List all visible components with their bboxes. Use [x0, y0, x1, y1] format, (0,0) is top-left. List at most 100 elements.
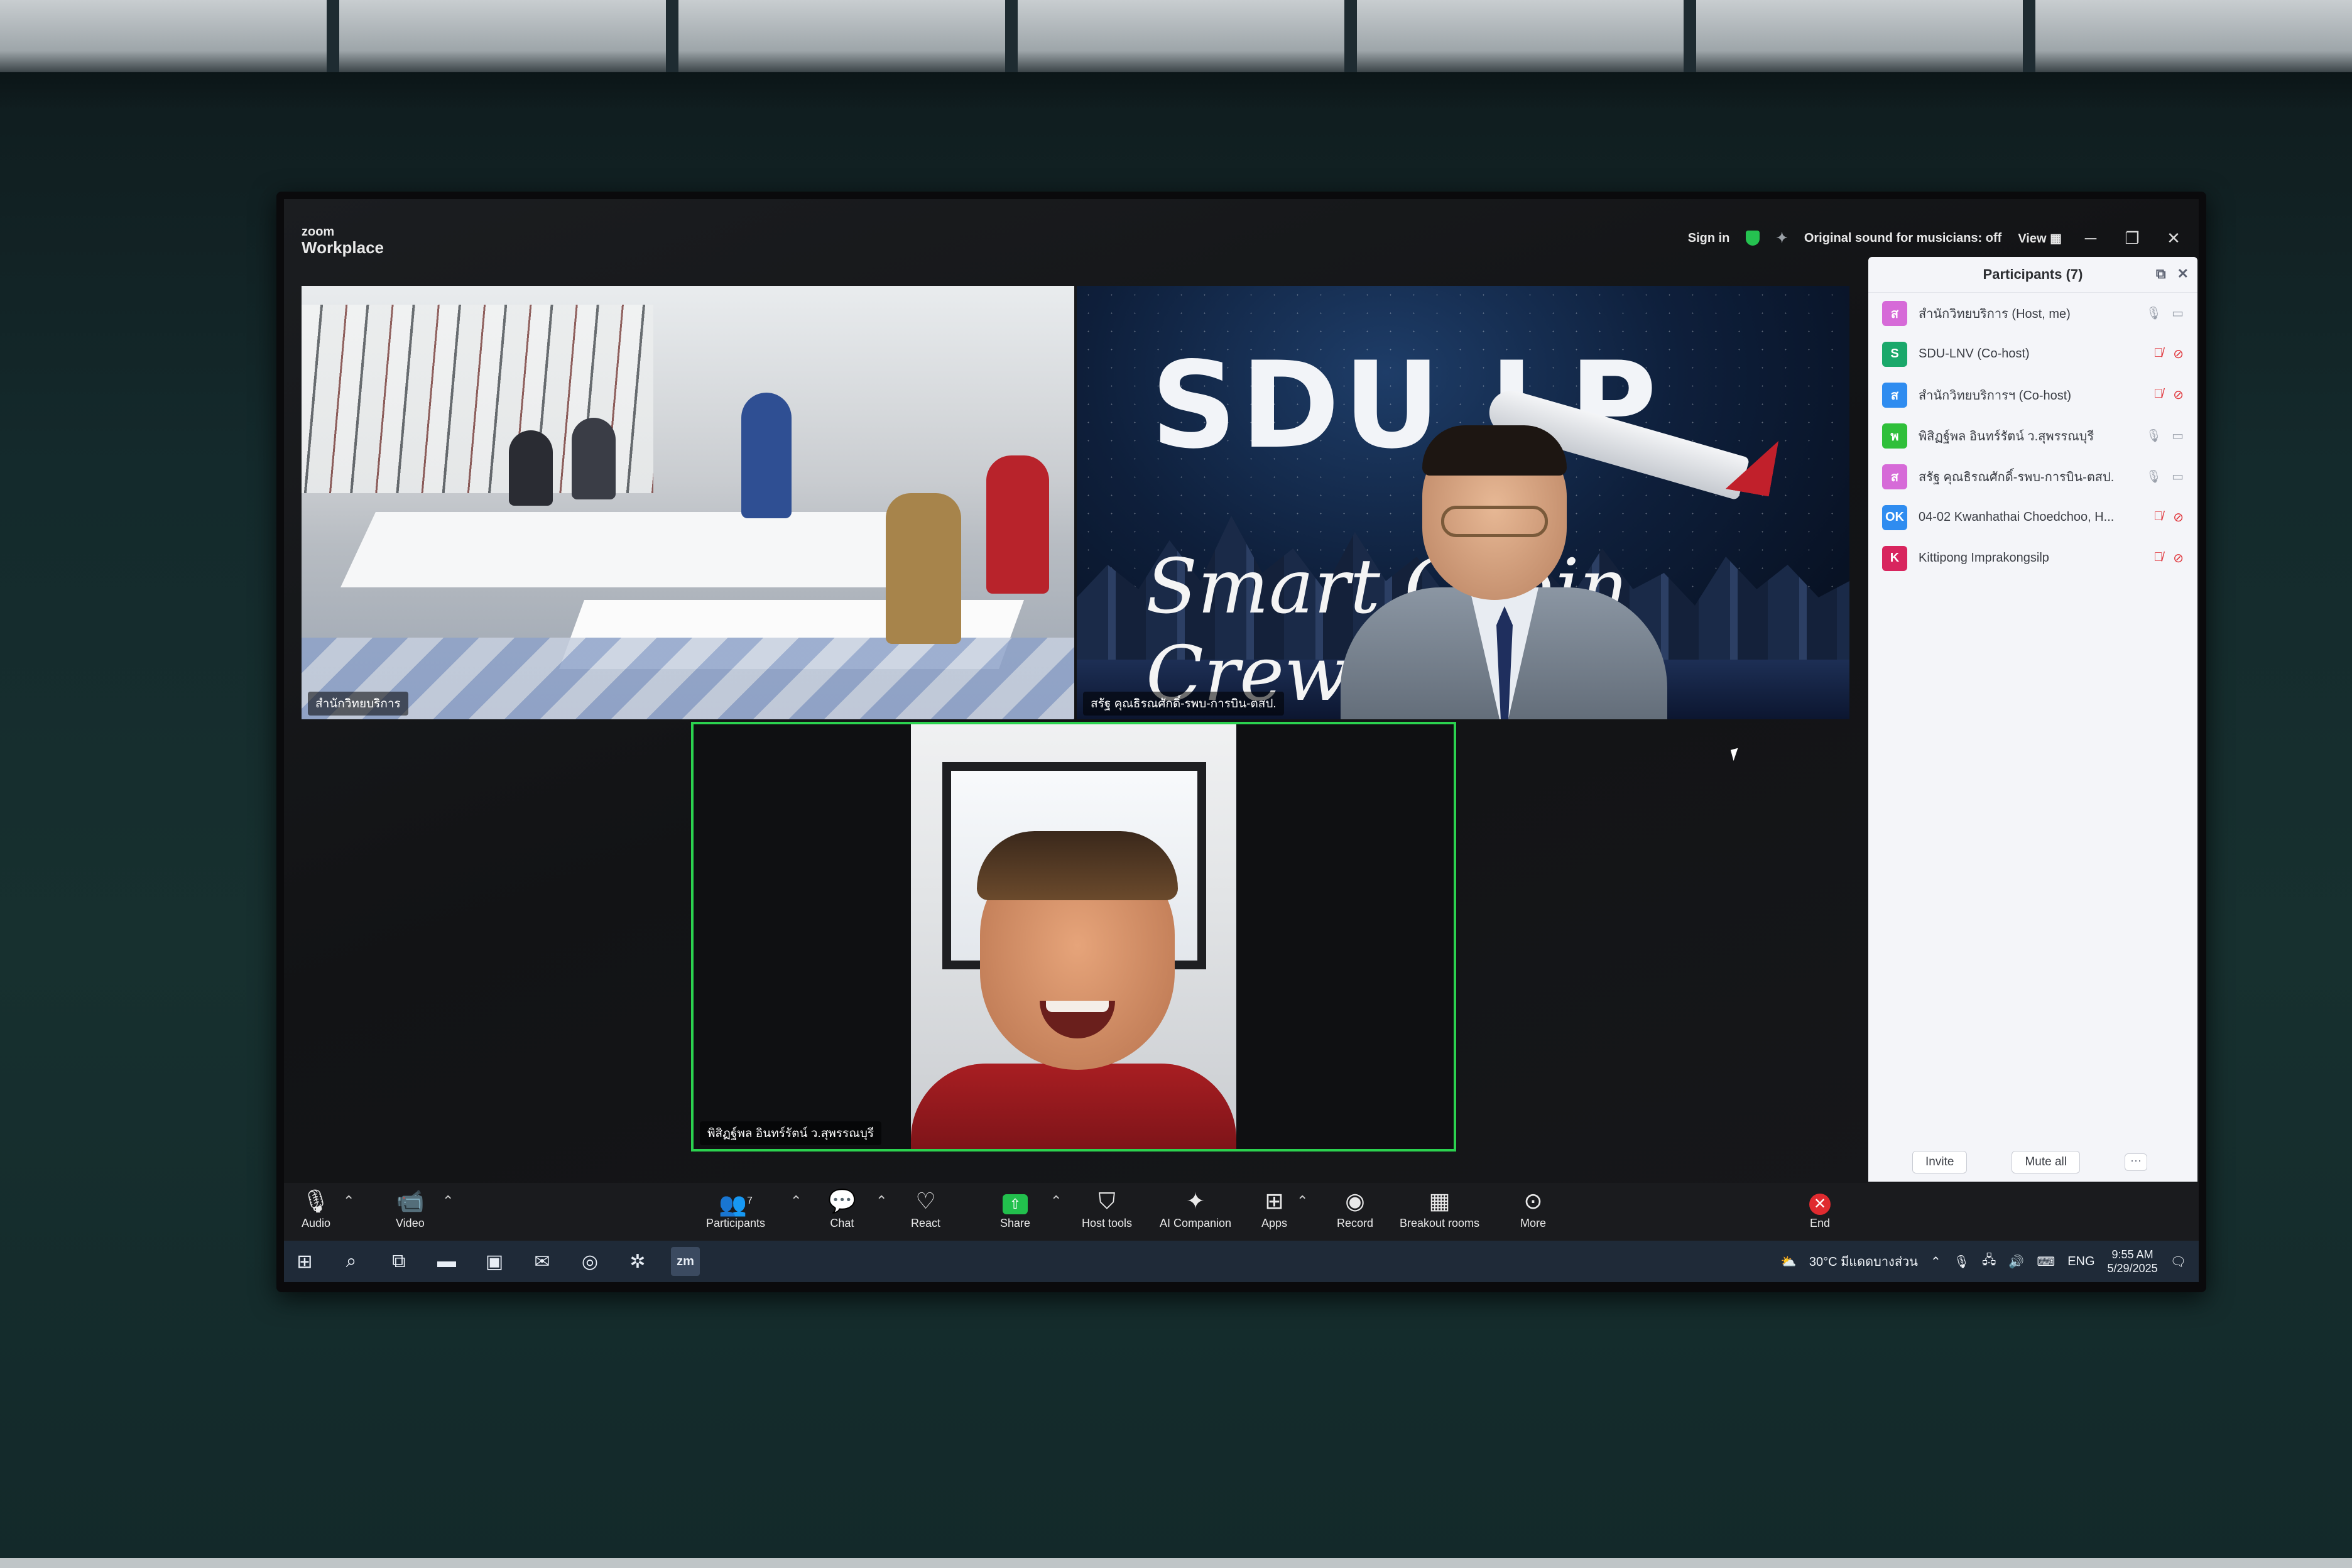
video-icon[interactable]: ▭ [2172, 428, 2184, 444]
audio-button[interactable]: 🎙 Audio [302, 1188, 330, 1230]
participants-footer: Invite Mute all ··· [1868, 1143, 2197, 1182]
minimize-icon[interactable]: ─ [2078, 229, 2103, 248]
breakout-rooms-button[interactable]: ▦ Breakout rooms [1400, 1188, 1479, 1230]
restore-icon[interactable]: ❐ [2120, 229, 2145, 248]
video-camera-icon: 📹 [396, 1188, 425, 1214]
end-label: End [1809, 1217, 1831, 1229]
more-button[interactable]: ⊙ More [1520, 1188, 1546, 1230]
participant-row[interactable]: ส สำนักวิทยบริการฯ (Co-host) 🎙̸ ⊘ [1868, 374, 2197, 415]
mic-muted-icon[interactable]: 🎙̸ [2153, 509, 2163, 525]
mic-icon[interactable]: 🎙 [2146, 428, 2162, 444]
avatar: S [1882, 341, 1907, 367]
weather-text[interactable]: 30°C มีแดดบางส่วน [1809, 1251, 1918, 1271]
participant-row[interactable]: OK 04-02 Kwanhathai Choedchoo, H... 🎙̸ ⊘ [1868, 497, 2197, 538]
mic-muted-icon[interactable]: 🎙̸ [2153, 346, 2163, 362]
chrome-icon[interactable]: ◎ [575, 1247, 604, 1276]
network-icon[interactable]: 🖧 [1982, 1251, 1996, 1272]
share-caret-icon[interactable]: ⌃ [1050, 1193, 1062, 1209]
apps-label: Apps [1261, 1217, 1288, 1229]
tv-monitor: zoom Workplace Sign in ✦ Original sound … [276, 192, 2206, 1292]
mic-icon[interactable]: 🎙 [2146, 305, 2162, 321]
share-arrow-icon: ⇧ [1003, 1194, 1028, 1214]
video-tile-2[interactable]: SDU LP Smart Cabin Crew สรัฐ คุณธิรณศักด… [1077, 286, 1849, 719]
avatar: ส [1882, 300, 1907, 326]
apps-button[interactable]: ⊞ Apps [1261, 1188, 1287, 1230]
heart-icon: ♡ [915, 1188, 936, 1214]
breakout-grid-icon: ▦ [1429, 1188, 1451, 1214]
notifications-icon[interactable]: 🗨 [2170, 1254, 2186, 1270]
microphone-tray-icon[interactable]: 🎙 [1954, 1254, 1969, 1270]
close-panel-icon[interactable]: ✕ [2177, 266, 2189, 282]
pop-out-icon[interactable]: ⧉ [2156, 266, 2166, 282]
participants-button[interactable]: 👥7 Participants [706, 1188, 765, 1230]
chat-button[interactable]: 💬 Chat [828, 1188, 856, 1230]
logo-small-text: zoom [302, 225, 335, 239]
participant-row[interactable]: สสรัฐ คุณธิรณศักดิ์-รพบ-การบิน-ตสป. 🎙 ▭ [1868, 456, 2197, 497]
react-button[interactable]: ♡ React [911, 1188, 940, 1230]
share-button[interactable]: ⇧ Share [1000, 1188, 1030, 1230]
ai-companion-button[interactable]: ✦ AI Companion [1160, 1188, 1231, 1230]
task-view-icon[interactable]: ⧉ [384, 1247, 413, 1276]
view-button[interactable]: View ▦ [2018, 231, 2062, 246]
end-meeting-button[interactable]: ✕ End [1809, 1188, 1831, 1230]
attendee [509, 430, 553, 506]
video-off-icon[interactable]: ⊘ [2173, 550, 2184, 566]
participant-status: 🎙 ▭ [2146, 305, 2184, 321]
ceiling [0, 0, 2352, 72]
keyboard-icon[interactable]: ⌨ [2037, 1254, 2055, 1270]
clock-time: 9:55 AM [2111, 1248, 2153, 1261]
clock-date: 5/29/2025 [2107, 1262, 2158, 1275]
participant-row[interactable]: สสำนักวิทยบริการ (Host, me) 🎙 ▭ [1868, 293, 2197, 334]
mail-icon[interactable]: ✉ [528, 1247, 557, 1276]
volume-icon[interactable]: 🔊 [2008, 1254, 2024, 1270]
participant-status: 🎙 ▭ [2146, 469, 2184, 484]
video-icon[interactable]: ▭ [2172, 469, 2184, 484]
original-sound-button[interactable]: Original sound for musicians: off [1804, 231, 2001, 246]
participants-caret-icon[interactable]: ⌃ [790, 1193, 802, 1209]
sign-in-button[interactable]: Sign in [1688, 231, 1730, 246]
search-icon[interactable]: ⌕ [337, 1247, 366, 1276]
close-icon[interactable]: ✕ [2161, 229, 2186, 248]
attendee [986, 455, 1049, 594]
participant-status: 🎙 ▭ [2146, 428, 2184, 444]
store-icon[interactable]: ▣ [480, 1247, 509, 1276]
language-indicator[interactable]: ENG [2067, 1255, 2094, 1269]
clock[interactable]: 9:55 AM 5/29/2025 [2108, 1248, 2158, 1275]
mic-muted-icon[interactable]: 🎙̸ [2153, 550, 2163, 566]
video-icon[interactable]: ▭ [2172, 305, 2184, 321]
participant-name: 04-02 Kwanhathai Choedchoo, H... [1919, 510, 2115, 524]
show-hidden-icons-caret-icon[interactable]: ⌃ [1930, 1254, 1941, 1270]
video-tile-1[interactable]: สำนักวิทยบริการ [302, 286, 1074, 719]
video-off-icon[interactable]: ⊘ [2173, 346, 2184, 362]
video-off-icon[interactable]: ⊘ [2173, 387, 2184, 403]
avatar: OK [1882, 504, 1907, 530]
invite-button[interactable]: Invite [1912, 1151, 1968, 1173]
microphone-icon: 🎙 [302, 1188, 330, 1214]
encryption-shield-icon[interactable] [1746, 231, 1760, 246]
weather-icon[interactable]: ⛅ [1781, 1254, 1797, 1270]
mic-icon[interactable]: 🎙 [2146, 469, 2162, 484]
video-tile-active-speaker[interactable]: พิสิฏฐ์พล อินทร์รัตน์ ว.สุพรรณบุรี [691, 722, 1456, 1152]
record-button[interactable]: ◉ Record [1337, 1188, 1373, 1230]
more-options-button[interactable]: ··· [2124, 1153, 2147, 1171]
participants-panel: Participants (7) ⧉ ✕ ส สำนักวิทยบริการ (H… [1868, 257, 2197, 1182]
mic-muted-icon[interactable]: 🎙̸ [2153, 387, 2163, 403]
participant-row[interactable]: K Kittipong Imprakongsilp 🎙̸ ⊘ [1868, 538, 2197, 579]
participant-row[interactable]: พพิสิฏฐ์พล อินทร์รัตน์ ว.สุพรรณบุรี 🎙 ▭ [1868, 415, 2197, 456]
audio-options-caret-icon[interactable]: ⌃ [343, 1193, 354, 1209]
chat-caret-icon[interactable]: ⌃ [876, 1193, 887, 1209]
video-off-icon[interactable]: ⊘ [2173, 509, 2184, 525]
mute-all-button[interactable]: Mute all [2012, 1151, 2080, 1173]
apps-caret-icon[interactable]: ⌃ [1297, 1193, 1308, 1209]
video-button[interactable]: 📹 Video [396, 1188, 425, 1230]
file-explorer-icon[interactable]: ▬ [432, 1247, 461, 1276]
participants-title: Participants (7) [1983, 266, 2083, 282]
host-tools-button[interactable]: ⛉ Host tools [1082, 1188, 1132, 1230]
teams-icon[interactable]: ✲ [623, 1247, 652, 1276]
video-options-caret-icon[interactable]: ⌃ [442, 1193, 454, 1209]
zoom-taskbar-icon[interactable]: zm [671, 1247, 700, 1276]
participant-name: พิสิฏฐ์พล อินทร์รัตน์ ว.สุพรรณบุรี [1919, 429, 2094, 444]
windows-start-icon[interactable]: ⊞ [290, 1247, 319, 1276]
participant-row[interactable]: S SDU-LNV (Co-host) 🎙̸ ⊘ [1868, 334, 2197, 374]
video-name-label: สำนักวิทยบริการ [308, 692, 408, 716]
